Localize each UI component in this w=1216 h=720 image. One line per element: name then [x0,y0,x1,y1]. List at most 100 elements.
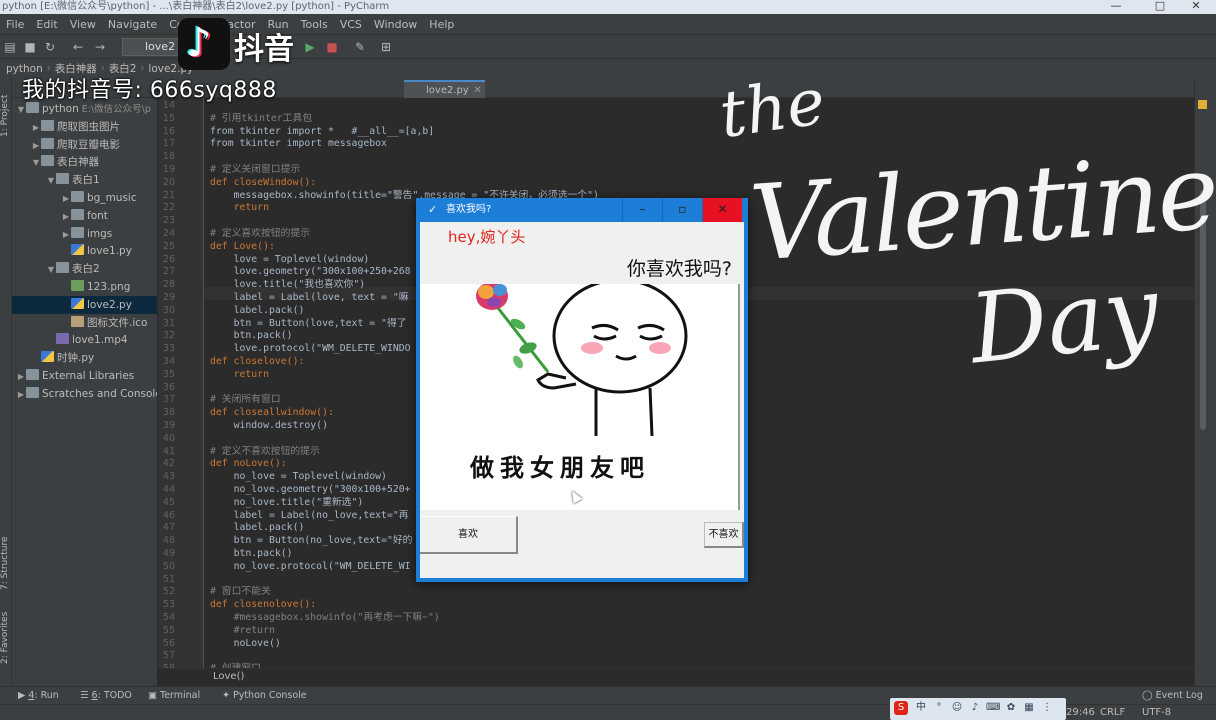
ime-toolbox-icon[interactable]: ▦ [1022,701,1036,715]
minimize-window-button[interactable]: — [1096,0,1136,14]
code-line[interactable]: def noLove(): [210,458,287,471]
caret-position[interactable]: 29:46 [1066,705,1095,720]
ime-keyboard-icon[interactable]: ⌨ [986,701,1000,715]
chevron-down-icon[interactable]: ▼ [46,261,56,279]
code-line[interactable]: love.geometry("300x100+250+268 [210,266,411,279]
ime-more-icon[interactable]: ⋮ [1040,701,1054,715]
code-line[interactable]: def closeWindow(): [210,177,316,190]
stop-icon[interactable]: ■ [324,39,340,55]
menu-navigate[interactable]: Navigate [102,18,163,31]
tree-item[interactable]: 图标文件.ico [12,314,157,332]
code-line[interactable]: # 关闭所有窗口 [210,394,281,407]
tree-item[interactable]: ▶ bg_music [12,189,157,208]
tree-item[interactable]: ▶ External Libraries [12,367,157,386]
chevron-right-icon[interactable]: ▶ [61,190,71,208]
code-line[interactable]: #messagebox.showinfo("再考虑一下嘛~") [210,612,440,625]
wrench-icon[interactable]: ✎ [352,39,368,55]
tree-item[interactable]: ▶ Scratches and Consoles [12,385,157,404]
chevron-down-icon[interactable]: ▼ [46,172,56,190]
tk-minimize-button[interactable]: – [622,198,662,222]
code-line[interactable]: # 定义不喜欢按钮的提示 [210,446,320,459]
python-console-tool-button[interactable]: ✦ Python Console [222,687,307,705]
tree-item[interactable]: 时钟.py [12,349,157,367]
tree-item[interactable]: ▶ font [12,207,157,226]
close-window-button[interactable]: ✕ [1176,0,1216,14]
run-icon[interactable]: ▶ [302,39,318,55]
tree-item[interactable]: ▶ 爬取图虫图片 [12,118,157,137]
sogou-ime-icon[interactable]: S [894,701,908,715]
forward-icon[interactable]: → [92,39,108,55]
menu-window[interactable]: Window [368,18,423,31]
ime-emoji-icon[interactable]: ☺ [950,701,964,715]
code-line[interactable]: # 定义喜欢按钮的提示 [210,228,310,241]
menu-help[interactable]: Help [423,18,460,31]
editor-breadcrumb-function[interactable]: Love() [213,671,244,682]
code-line[interactable]: def Love(): [210,241,275,254]
ime-chinese-icon[interactable]: 中 [914,701,928,715]
save-icon[interactable]: ■ [22,39,38,55]
like-button[interactable]: 喜欢 [420,516,518,554]
chevron-right-icon[interactable]: ▶ [61,226,71,244]
code-line[interactable]: # 定义关闭窗口提示 [210,164,300,177]
code-line[interactable]: label.pack() [210,305,305,318]
code-line[interactable]: btn.pack() [210,330,293,343]
code-line[interactable]: from tkinter import * #__all__=[a,b] [210,126,434,139]
favorites-tool-tab[interactable]: 2: Favorites [0,608,12,668]
menu-view[interactable]: View [64,18,102,31]
chevron-down-icon[interactable]: ▼ [31,154,41,172]
chevron-right-icon[interactable]: ▶ [16,368,26,386]
code-line[interactable]: return [210,369,269,382]
sdk-icon[interactable]: ⊞ [378,39,394,55]
code-line[interactable]: window.destroy() [210,420,328,433]
tk-maximize-button[interactable]: ▫ [662,198,702,222]
back-icon[interactable]: ← [70,39,86,55]
menu-edit[interactable]: Edit [30,18,63,31]
chevron-right-icon[interactable]: ▶ [16,386,26,404]
chevron-right-icon[interactable]: ▶ [61,208,71,226]
ime-punctuation-icon[interactable]: ° [932,701,946,715]
code-line[interactable]: no_love.protocol("WM_DELETE_WI [210,561,411,574]
editor-tab-love2[interactable]: love2.py ✕ [404,80,485,98]
menu-vcs[interactable]: VCS [334,18,368,31]
tree-item[interactable]: ▼ 表白2 [12,260,157,279]
code-line[interactable]: love = Toplevel(window) [210,254,370,267]
menu-file[interactable]: File [0,18,30,31]
event-log-button[interactable]: ◯ Event Log [1142,687,1203,705]
ime-voice-icon[interactable]: ♪ [968,701,982,715]
code-line[interactable]: # 窗口不能关 [210,586,271,599]
run-configuration-select[interactable]: love2 [122,38,180,56]
code-line[interactable]: label.pack() [210,522,305,535]
code-line[interactable]: no_love = Toplevel(window) [210,471,387,484]
code-line[interactable]: noLove() [210,638,281,651]
code-line[interactable]: label = Label(love, text = "嘛 [210,292,409,305]
line-separator[interactable]: CRLF [1100,705,1125,720]
dislike-button[interactable]: 不喜欢 [704,522,744,548]
code-line[interactable]: def closeallwindow(): [210,407,334,420]
tree-item[interactable]: ▼ 表白1 [12,171,157,190]
menu-tools[interactable]: Tools [295,18,334,31]
code-line[interactable]: love.title("我也喜欢你") [210,279,366,292]
chevron-right-icon[interactable]: ▶ [31,119,41,137]
project-tool-tab[interactable]: 1: Project [0,86,12,146]
ime-skin-icon[interactable]: ✿ [1004,701,1018,715]
code-line[interactable]: btn.pack() [210,548,293,561]
code-line[interactable]: no_love.geometry("300x100+520+ [210,484,411,497]
structure-tool-tab[interactable]: 7: Structure [0,528,12,598]
code-line[interactable]: btn = Button(love,text = "得了 [210,318,407,331]
code-line[interactable]: return [210,202,269,215]
tree-item[interactable]: ▶ 爬取豆瓣电影 [12,136,157,155]
run-tool-button[interactable]: ▶ 4: Run [18,687,59,705]
tree-item[interactable]: 123.png [12,278,157,296]
tree-item[interactable]: love1.mp4 [12,331,157,349]
tree-item[interactable]: ▶ imgs [12,225,157,244]
file-encoding[interactable]: UTF-8 [1142,705,1171,720]
code-line[interactable]: love.protocol("WM_DELETE_WINDO [210,343,411,356]
tree-item[interactable]: love1.py [12,242,157,260]
terminal-tool-button[interactable]: ▣ Terminal [148,687,200,705]
tk-close-button[interactable]: ✕ [702,198,742,222]
code-line[interactable]: def closenolove(): [210,599,316,612]
code-line[interactable]: btn = Button(no_love,text="好的 [210,535,413,548]
chevron-right-icon[interactable]: ▶ [31,137,41,155]
code-line[interactable]: from tkinter import messagebox [210,138,387,151]
code-line[interactable]: #return [210,625,275,638]
